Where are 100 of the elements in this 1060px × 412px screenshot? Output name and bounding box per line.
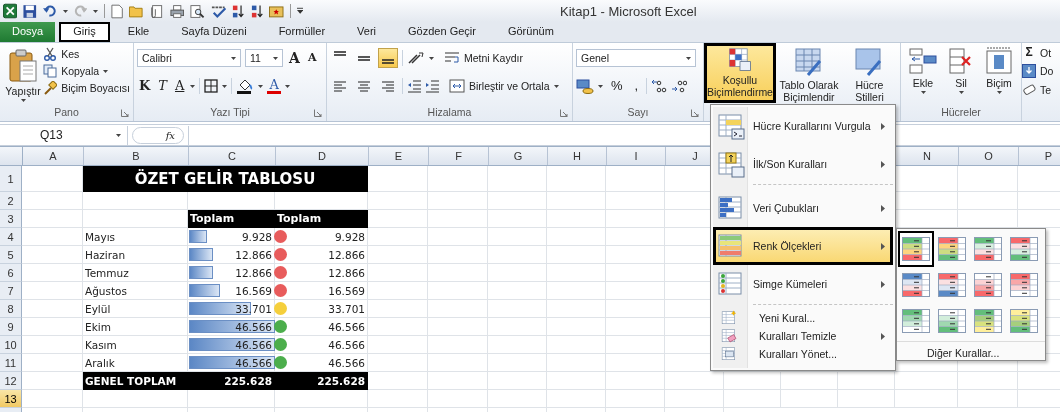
row-header[interactable]: 9 <box>0 318 22 336</box>
printer-icon[interactable] <box>169 3 185 19</box>
cell-styles-button[interactable]: Hücre Stilleri <box>841 45 897 105</box>
ribbon-tab[interactable]: Sayfa Düzeni <box>167 22 261 42</box>
percent-button[interactable]: % <box>607 78 627 94</box>
customize-toolbar-icon[interactable] <box>296 7 304 15</box>
cells-button[interactable]: Ekle <box>904 45 942 96</box>
table-cell: 46.566 <box>235 338 272 351</box>
ribbon-tab[interactable]: Giriş <box>59 22 110 42</box>
row-header[interactable]: 2 <box>0 192 22 210</box>
column-header[interactable]: E <box>369 147 429 165</box>
menu-item[interactable]: Simge Kümeleri <box>713 265 893 303</box>
name-box[interactable]: Q13 <box>0 125 128 145</box>
wrap-text-button[interactable]: Metni Kaydır <box>444 51 523 65</box>
conditional-formatting-button[interactable]: Koşullu Biçimlendirme <box>704 43 776 103</box>
empty-cell <box>547 318 606 336</box>
column-header[interactable]: G <box>489 147 548 165</box>
underline-button[interactable]: A <box>173 78 187 94</box>
column-header[interactable]: O <box>959 147 1019 165</box>
decrease-decimal-icon[interactable] <box>671 79 688 93</box>
column-header[interactable]: P <box>1019 147 1060 165</box>
ribbon-tab[interactable]: Gözden Geçir <box>394 22 490 42</box>
row-header[interactable]: 1 <box>0 166 22 192</box>
decrease-indent-icon[interactable] <box>407 79 421 93</box>
clipboard-button[interactable]: Kopyala <box>43 64 130 78</box>
column-header[interactable]: H <box>548 147 607 165</box>
editing-button[interactable]: Σ Ot <box>1022 46 1060 59</box>
caret-icon <box>190 84 196 88</box>
menu-item[interactable]: Veri Çubukları <box>713 189 893 227</box>
window-title: Kitap1 - Microsoft Excel <box>560 3 697 19</box>
column-header[interactable]: F <box>429 147 489 165</box>
increase-decimal-icon[interactable] <box>651 79 668 93</box>
undo-icon[interactable] <box>43 4 57 18</box>
cells-button[interactable]: Biçim <box>980 45 1018 96</box>
table-cell: 46.566 <box>235 320 272 333</box>
row-header[interactable]: 6 <box>0 264 22 282</box>
fill-color-icon[interactable] <box>236 78 255 94</box>
menu-item[interactable]: Renk Ölçekleri <box>713 227 893 265</box>
menu-item[interactable]: Kuralları Temizle <box>713 327 893 345</box>
dialog-launcher-icon[interactable] <box>121 109 129 117</box>
paperclip-document-icon[interactable] <box>149 3 164 19</box>
color-scale-option[interactable] <box>898 231 934 267</box>
number-format-field[interactable]: Genel <box>576 49 696 67</box>
row-header[interactable]: 3 <box>0 210 22 228</box>
new-document-icon[interactable] <box>111 3 123 19</box>
table-cell: Ağustos <box>83 282 188 300</box>
ribbon-tab[interactable]: Veri <box>343 22 391 42</box>
shrink-font-button[interactable]: A <box>305 50 319 66</box>
row-header[interactable]: 12 <box>0 372 22 390</box>
row-header[interactable]: 10 <box>0 336 22 354</box>
save-icon[interactable] <box>23 3 38 19</box>
menu-item[interactable]: Kuralları Yönet... <box>713 345 893 363</box>
sort-ascending-icon[interactable] <box>232 3 245 19</box>
row-header[interactable]: 11 <box>0 354 22 372</box>
button-label: Ot <box>1040 46 1052 59</box>
format-as-table-button[interactable]: Tablo Olarak Biçimlendir <box>776 45 842 105</box>
ribbon-tab[interactable]: Formüller <box>264 22 340 42</box>
paste-button[interactable]: Yapıştır <box>3 45 44 104</box>
menu-item[interactable]: Hücre Kurallarını Vurgula <box>713 107 893 145</box>
spreadsheet-logo-icon[interactable] <box>3 3 18 19</box>
row-header[interactable]: 5 <box>0 246 22 264</box>
italic-button[interactable]: T <box>156 78 169 94</box>
alignment-button[interactable] <box>378 48 398 68</box>
column-header[interactable]: D <box>276 147 369 165</box>
folder-icon[interactable] <box>128 4 144 18</box>
file-tab[interactable]: Dosya <box>0 22 56 42</box>
editing-button[interactable]: Do <box>1022 64 1060 78</box>
sort-descending-icon[interactable] <box>250 3 264 19</box>
text-orientation-icon[interactable] <box>407 51 425 65</box>
row-header[interactable]: 8 <box>0 300 22 318</box>
row-header[interactable]: 4 <box>0 228 22 246</box>
increase-indent-icon[interactable] <box>425 79 439 93</box>
font-size-field[interactable]: 11 <box>245 49 283 67</box>
clipboard-button[interactable]: Biçim Boyacısı <box>43 81 130 95</box>
more-rules-item[interactable]: Diğer Kurallar... <box>897 341 1045 359</box>
bold-button[interactable]: K <box>137 78 153 94</box>
comma-style-button[interactable]: , <box>630 78 643 94</box>
dialog-launcher-icon[interactable] <box>560 109 568 117</box>
clipboard-button[interactable]: Kes <box>43 47 130 61</box>
borders-icon[interactable] <box>204 79 219 93</box>
ribbon-tab[interactable]: Ekle <box>113 22 164 42</box>
row-header[interactable]: 13 <box>0 390 22 408</box>
column-header[interactable]: C <box>189 147 276 165</box>
currency-icon[interactable] <box>576 78 594 94</box>
align-bottom-icon <box>381 59 395 64</box>
print-preview-icon[interactable] <box>190 3 205 19</box>
column-header[interactable]: B <box>84 147 189 165</box>
ribbon-tab[interactable]: Görünüm <box>493 22 568 42</box>
dialog-launcher-icon[interactable] <box>691 109 699 117</box>
row-header[interactable]: 7 <box>0 282 22 300</box>
font-color-button[interactable]: A <box>267 78 281 94</box>
merge-center-button[interactable]: Birleştir ve Ortala <box>449 79 559 93</box>
menu-item[interactable]: Yeni Kural... <box>713 309 893 327</box>
column-header[interactable]: A <box>23 147 84 165</box>
font-name-field[interactable]: Calibri <box>137 49 241 67</box>
column-header[interactable]: I <box>607 147 666 165</box>
grow-font-button[interactable]: A <box>287 50 302 66</box>
cells-button[interactable]: Sil <box>942 45 980 96</box>
dialog-launcher-icon[interactable] <box>314 109 322 117</box>
editing-button[interactable]: Te <box>1022 83 1060 97</box>
